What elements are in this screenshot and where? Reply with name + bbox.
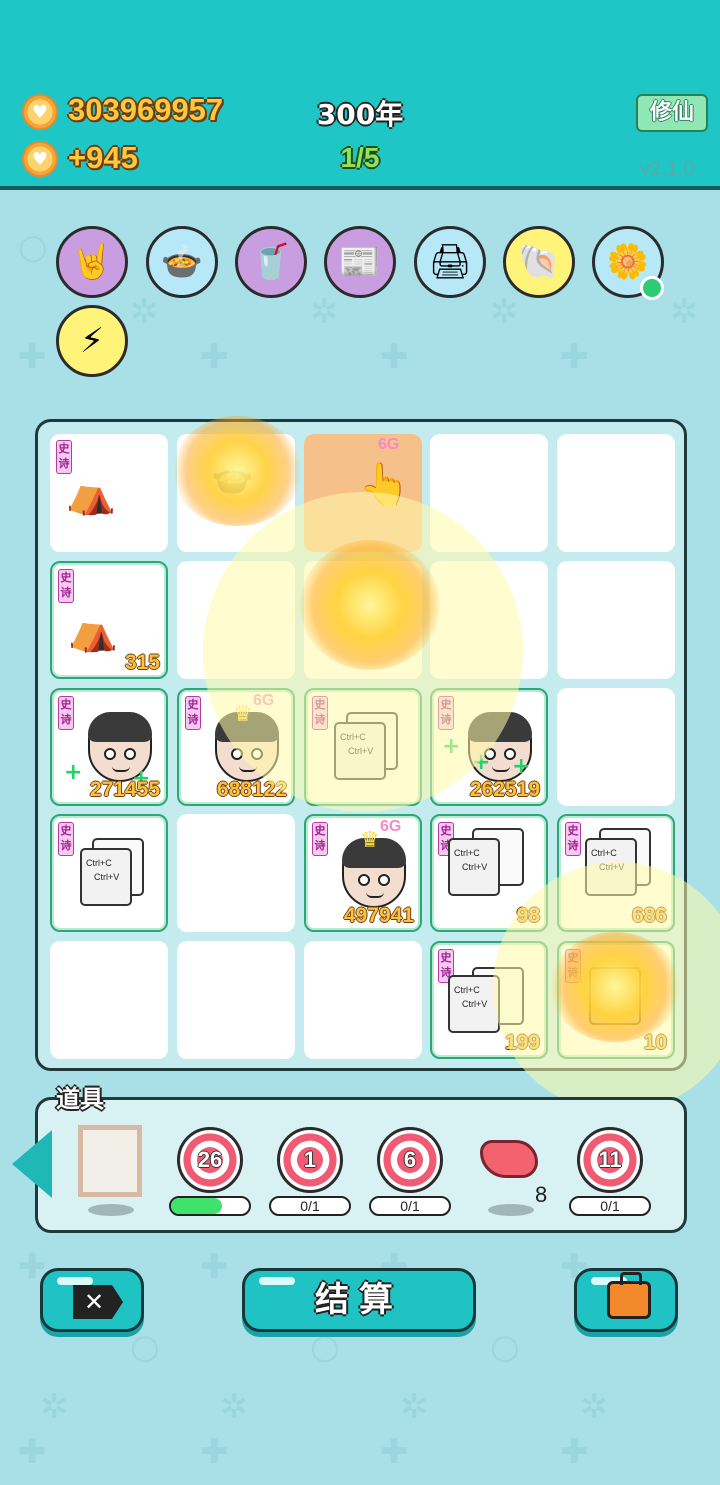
top-header: ♥ 303969957 ♥ +945 300年 1/5 修仙 v2.1.0 bbox=[0, 0, 720, 190]
stage-progress: 1/5 bbox=[340, 142, 380, 173]
rabbit-tent-icon: ⛺ bbox=[66, 471, 116, 517]
board-cell[interactable] bbox=[177, 941, 295, 1059]
delete-icon: ✕ bbox=[73, 1285, 123, 1319]
epic-tag: 史诗 bbox=[312, 822, 328, 856]
board-cell[interactable]: 史诗 ♛ 6G 497941 bbox=[304, 814, 422, 932]
cell-value: 497941 bbox=[343, 904, 414, 927]
fire-effect bbox=[300, 540, 440, 670]
drink-100-icon[interactable]: 🥤 bbox=[235, 226, 307, 298]
fire-effect bbox=[172, 416, 302, 526]
item-bar: 0/1 bbox=[569, 1196, 651, 1216]
plus-icon: + bbox=[512, 754, 531, 779]
item-bar: 0/1 bbox=[269, 1196, 351, 1216]
coin-income: +945 bbox=[68, 140, 138, 175]
item-shadow bbox=[88, 1204, 134, 1216]
delete-button[interactable]: ✕ bbox=[40, 1268, 144, 1332]
item-bar: 0/1 bbox=[369, 1196, 451, 1216]
target-item-icon[interactable]: 1 bbox=[277, 1127, 343, 1193]
sixg-label: 6G bbox=[380, 818, 402, 835]
backpack-button[interactable] bbox=[574, 1268, 678, 1332]
briefcase-icon bbox=[607, 1272, 651, 1319]
liver-count: 8 bbox=[535, 1182, 548, 1207]
board-cell[interactable] bbox=[557, 434, 675, 552]
coin-income-icon: ♥ bbox=[22, 141, 58, 177]
board-cell[interactable]: 史诗 ⛺ 315 bbox=[50, 561, 168, 679]
cell-value: 262519 bbox=[469, 778, 540, 801]
tools-title: 道具 bbox=[56, 1085, 104, 1113]
epic-tag: 史诗 bbox=[56, 440, 72, 474]
target-item-icon[interactable]: 26 bbox=[177, 1127, 243, 1193]
time-magazine-icon[interactable]: 📰 bbox=[324, 226, 396, 298]
settle-label: 结算 bbox=[315, 1280, 403, 1320]
crown-icon: ♛ bbox=[360, 828, 380, 853]
cell-value: 315 bbox=[124, 651, 160, 674]
board-cell[interactable] bbox=[557, 688, 675, 806]
epic-tag: 史诗 bbox=[565, 822, 581, 856]
merge-board: 史诗 ⛺ 🍲 6G 👆 史诗 ⛺ 315 史诗 + + 271455 史诗 ♛ … bbox=[35, 416, 720, 1112]
notification-dot bbox=[640, 276, 664, 300]
plus-icon: + bbox=[64, 760, 83, 785]
board-cell[interactable]: 史诗 + + 271455 bbox=[50, 688, 168, 806]
board-cell[interactable] bbox=[304, 941, 422, 1059]
epic-tag: 史诗 bbox=[58, 696, 74, 730]
year-label: 300年 bbox=[316, 98, 404, 131]
target-item-icon[interactable]: 11 bbox=[577, 1127, 643, 1193]
version-label: v2.1.0 bbox=[640, 158, 695, 180]
item-progress-bar bbox=[169, 1196, 251, 1216]
cell-value: 271455 bbox=[89, 778, 160, 801]
board-cell[interactable] bbox=[557, 561, 675, 679]
item-shadow bbox=[488, 1204, 534, 1216]
coin-total: 303969957 bbox=[68, 92, 224, 127]
epic-tag: 史诗 bbox=[185, 696, 201, 730]
board-cell[interactable]: 史诗 ⛺ bbox=[50, 434, 168, 552]
board-cell[interactable] bbox=[50, 941, 168, 1059]
arrow-left-icon[interactable] bbox=[12, 1130, 52, 1198]
settle-button[interactable]: 结算 bbox=[242, 1268, 476, 1332]
epic-tag: 史诗 bbox=[58, 569, 74, 603]
coin-icon: ♥ bbox=[22, 94, 58, 130]
fire-effect bbox=[550, 932, 680, 1042]
rock-hand-icon[interactable]: 🤘 bbox=[56, 226, 128, 298]
lightning-icon[interactable]: ⚡ bbox=[56, 305, 128, 377]
pot-duck-icon[interactable]: 🍲 bbox=[146, 226, 218, 298]
copy-paste-doc-icon: Ctrl+CCtrl+V bbox=[448, 838, 500, 896]
board-cell[interactable]: 史诗 Ctrl+CCtrl+V bbox=[50, 814, 168, 932]
board-cell[interactable] bbox=[177, 814, 295, 932]
epic-tag: 史诗 bbox=[58, 822, 74, 856]
xiuxian-button[interactable]: 修仙 bbox=[636, 94, 708, 132]
target-item-icon[interactable]: 6 bbox=[377, 1127, 443, 1193]
blank-card-icon[interactable] bbox=[78, 1125, 142, 1197]
printer-icon[interactable]: 🖨 bbox=[414, 226, 486, 298]
rabbit-tent-icon: ⛺ bbox=[68, 608, 118, 654]
sixg-label: 6G bbox=[378, 436, 400, 453]
shell-icon[interactable]: 🐚 bbox=[503, 226, 575, 298]
copy-paste-doc-icon: Ctrl+CCtrl+V bbox=[80, 848, 132, 906]
item-progress-fill bbox=[171, 1198, 222, 1214]
